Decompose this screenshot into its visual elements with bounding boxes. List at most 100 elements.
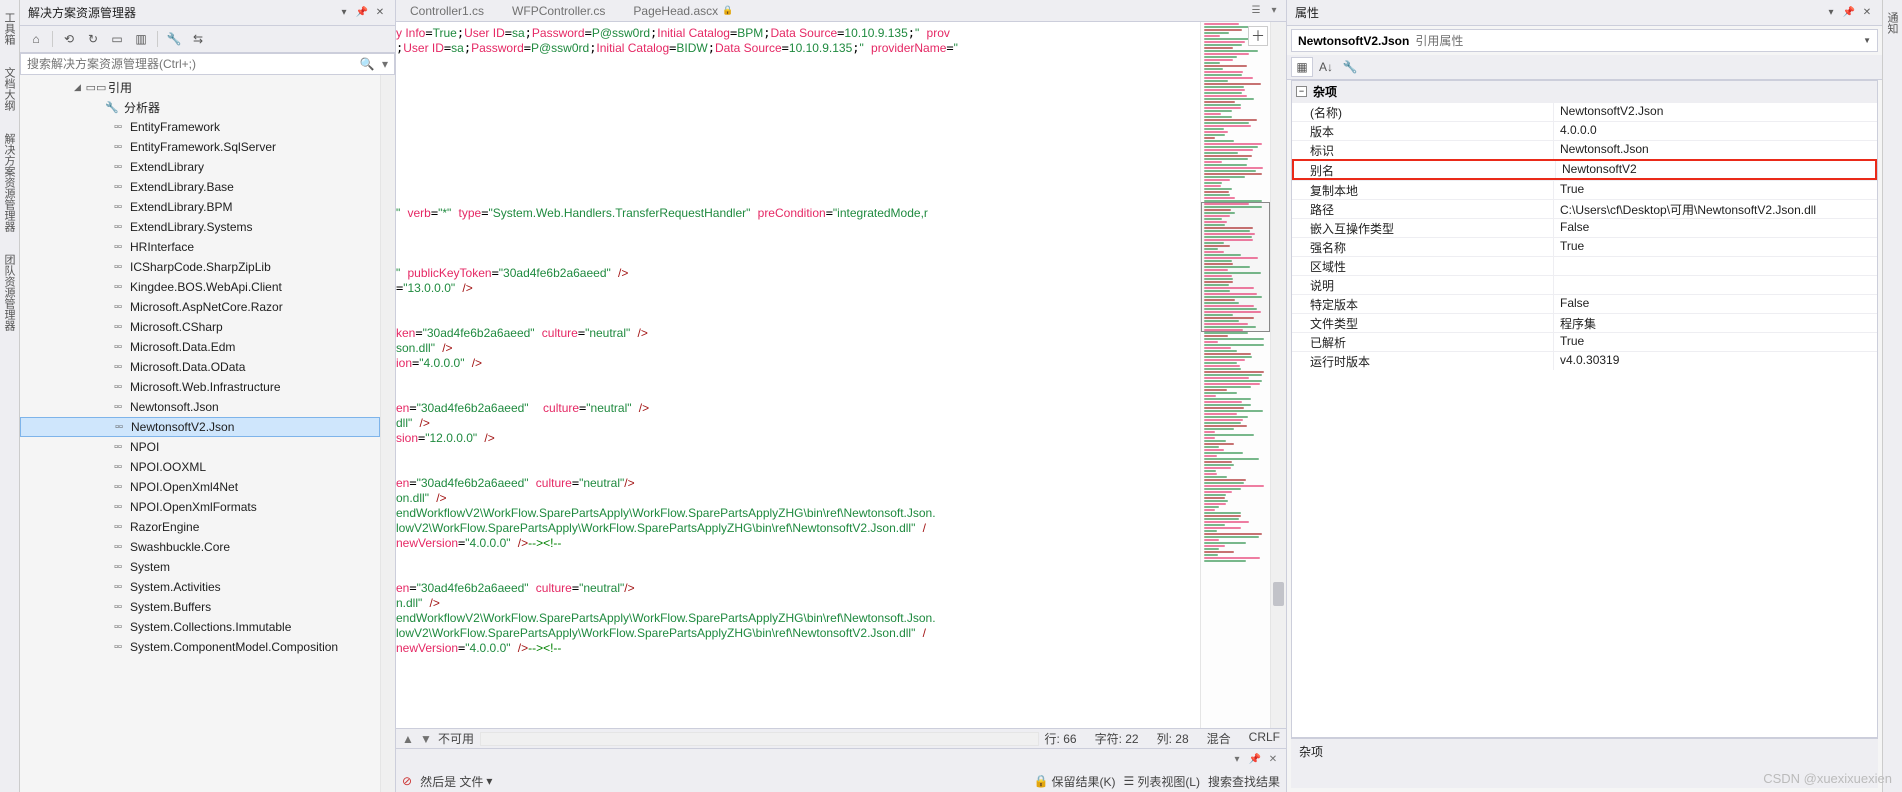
ref-icon: ▫▫ <box>110 199 126 215</box>
props-close-icon[interactable]: ✕ <box>1860 6 1874 20</box>
prop-row[interactable]: 嵌入互操作类型False <box>1292 218 1877 237</box>
tree-ref-item[interactable]: ▫▫HRInterface <box>20 237 380 257</box>
add-button[interactable]: ＋ <box>1248 26 1268 46</box>
find-keep[interactable]: 🔒 保留结果(K) <box>1034 773 1116 790</box>
status-up-icon[interactable]: ▲ <box>402 732 416 746</box>
prop-row[interactable]: (名称)NewtonsoftV2.Json <box>1292 102 1877 121</box>
vtab-toolbox[interactable]: 工具箱 <box>0 4 19 53</box>
prop-row[interactable]: 运行时版本v4.0.30319 <box>1292 351 1877 370</box>
props-dd-icon[interactable]: ▾ <box>1824 6 1838 20</box>
vtab-solution[interactable]: 解决方案资源管理器 <box>0 125 19 240</box>
tree-ref-item[interactable]: ▫▫ExtendLibrary.Base <box>20 177 380 197</box>
vtab-outline[interactable]: 文档大纲 <box>0 59 19 119</box>
prop-row[interactable]: 特定版本False <box>1292 294 1877 313</box>
prop-row[interactable]: 路径C:\Users\cf\Desktop\可用\NewtonsoftV2.Js… <box>1292 199 1877 218</box>
tree-ref-item[interactable]: ▫▫NPOI.OpenXml4Net <box>20 477 380 497</box>
props-icon[interactable]: 🔧 <box>164 29 184 49</box>
out-close-icon[interactable]: ✕ <box>1266 753 1280 767</box>
close-icon[interactable]: ✕ <box>373 6 387 20</box>
tree-ref-item[interactable]: ▫▫Microsoft.CSharp <box>20 317 380 337</box>
tree-ref-item[interactable]: ▫▫NPOI.OOXML <box>20 457 380 477</box>
tree-ref-item[interactable]: ▫▫EntityFramework <box>20 117 380 137</box>
tree-ref-item[interactable]: ▫▫Newtonsoft.Json <box>20 397 380 417</box>
tree-ref-item[interactable]: ▫▫Microsoft.Web.Infrastructure <box>20 377 380 397</box>
back-icon[interactable]: ⟲ <box>59 29 79 49</box>
props-page-icon[interactable]: 🔧 <box>1339 57 1361 77</box>
search-icon[interactable]: 🔍 <box>358 54 376 74</box>
tab-pagehead[interactable]: PageHead.ascx🔒 <box>619 0 747 21</box>
out-dd-icon[interactable]: ▾ <box>1230 753 1244 767</box>
tree-ref-item[interactable]: ▫▫System.Buffers <box>20 597 380 617</box>
tab-wfpcontroller[interactable]: WFPController.cs <box>498 0 619 21</box>
prop-row[interactable]: 区域性 <box>1292 256 1877 275</box>
collapse-icon[interactable]: ▭ <box>107 29 127 49</box>
ref-icon: ▫▫ <box>110 619 126 635</box>
refresh-icon[interactable]: ↻ <box>83 29 103 49</box>
tree-analyzer[interactable]: 🔧分析器 <box>20 97 380 117</box>
props-selector[interactable]: NewtonsoftV2.Json 引用属性 ▼ <box>1291 29 1878 52</box>
tree-ref-item[interactable]: ▫▫ExtendLibrary.BPM <box>20 197 380 217</box>
prop-row[interactable]: 文件类型程序集 <box>1292 313 1877 332</box>
tree-ref-item[interactable]: ▫▫ExtendLibrary.Systems <box>20 217 380 237</box>
search-dd-icon[interactable]: ▾ <box>376 54 394 74</box>
tree-ref-item[interactable]: ▫▫Microsoft.AspNetCore.Razor <box>20 297 380 317</box>
solution-tree[interactable]: ◢▭▭引用🔧分析器▫▫EntityFramework▫▫EntityFramew… <box>20 75 380 792</box>
prop-row[interactable]: 标识Newtonsoft.Json <box>1292 140 1877 159</box>
tree-ref-item[interactable]: ▫▫System.Collections.Immutable <box>20 617 380 637</box>
collapse-box-icon[interactable]: − <box>1296 86 1307 97</box>
tree-ref-item[interactable]: ▫▫Microsoft.Data.Edm <box>20 337 380 357</box>
tree-ref-item[interactable]: ▫▫Microsoft.Data.OData <box>20 357 380 377</box>
show-all-icon[interactable]: ▥ <box>131 29 151 49</box>
prop-row[interactable]: 已解析True <box>1292 332 1877 351</box>
tree-ref-item[interactable]: ▫▫ExtendLibrary <box>20 157 380 177</box>
tree-ref-item[interactable]: ▫▫System <box>20 557 380 577</box>
prop-row[interactable]: 强名称True <box>1292 237 1877 256</box>
pin-icon[interactable]: 📌 <box>355 6 369 20</box>
prop-row[interactable]: 复制本地True <box>1292 180 1877 199</box>
vtab-notify[interactable]: 通知 <box>1883 4 1902 42</box>
search-input[interactable] <box>21 54 358 74</box>
tree-ref-item[interactable]: ▫▫RazorEngine <box>20 517 380 537</box>
tree-ref-item[interactable]: ▫▫Kingdee.BOS.WebApi.Client <box>20 277 380 297</box>
tab-overflow-icon[interactable]: ☰ <box>1248 3 1264 19</box>
props-pin-icon[interactable]: 📌 <box>1842 6 1856 20</box>
tree-scrollbar[interactable] <box>380 75 395 792</box>
tree-ref-item[interactable]: ▫▫System.Activities <box>20 577 380 597</box>
tree-ref-item[interactable]: ▫▫NewtonsoftV2.Json <box>20 417 380 437</box>
dropdown-icon[interactable]: ▾ <box>337 6 351 20</box>
tree-ref-item[interactable]: ▫▫Swashbuckle.Core <box>20 537 380 557</box>
tree-ref-item[interactable]: ▫▫ICSharpCode.SharpZipLib <box>20 257 380 277</box>
chevron-down-icon[interactable]: ▼ <box>1863 36 1871 45</box>
vtab-team[interactable]: 团队资源管理器 <box>0 246 19 339</box>
out-pin-icon[interactable]: 📌 <box>1248 753 1262 767</box>
categorize-icon[interactable]: ▦ <box>1291 57 1313 77</box>
find-list[interactable]: ☰ 列表视图(L) <box>1124 773 1200 790</box>
tree-ref-item[interactable]: ▫▫EntityFramework.SqlServer <box>20 137 380 157</box>
find-search[interactable]: 搜索查找结果 <box>1208 773 1280 790</box>
solution-search[interactable]: 🔍 ▾ <box>20 53 395 75</box>
minimap[interactable] <box>1200 22 1270 728</box>
ref-icon: ▫▫ <box>110 219 126 235</box>
find-stop-icon[interactable]: ⊘ <box>402 774 412 788</box>
tab-controller1[interactable]: Controller1.cs <box>396 0 498 21</box>
editor-hscroll[interactable] <box>480 732 1039 746</box>
prop-row[interactable]: 说明 <box>1292 275 1877 294</box>
prop-row[interactable]: 别名NewtonsoftV2 <box>1292 159 1877 180</box>
status-down-icon[interactable]: ▼ <box>420 732 434 746</box>
ref-icon: ▫▫ <box>110 599 126 615</box>
tree-root-refs[interactable]: ◢▭▭引用 <box>20 77 380 97</box>
prop-row[interactable]: 版本4.0.0.0 <box>1292 121 1877 140</box>
sort-icon[interactable]: A↓ <box>1315 57 1337 77</box>
props-grid[interactable]: −杂项(名称)NewtonsoftV2.Json版本4.0.0.0标识Newto… <box>1291 80 1878 738</box>
tree-ref-item[interactable]: ▫▫System.ComponentModel.Composition <box>20 637 380 657</box>
tree-ref-item[interactable]: ▫▫NPOI.OpenXmlFormats <box>20 497 380 517</box>
prop-category[interactable]: −杂项 <box>1292 81 1877 102</box>
preview-icon[interactable]: ⇆ <box>188 29 208 49</box>
editor-scrollbar[interactable] <box>1270 22 1286 728</box>
tree-ref-item[interactable]: ▫▫NPOI <box>20 437 380 457</box>
status-mix: 混合 <box>1207 730 1231 747</box>
ref-icon: ▫▫ <box>110 379 126 395</box>
tab-dd-icon[interactable]: ▾ <box>1266 3 1282 19</box>
code-editor[interactable]: y Info=True;User ID=sa;Password=P@ssw0rd… <box>396 22 1200 728</box>
home-icon[interactable]: ⌂ <box>26 29 46 49</box>
